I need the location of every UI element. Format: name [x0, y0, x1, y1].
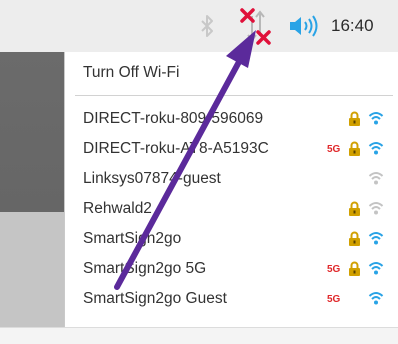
wifi-signal-icon	[368, 230, 384, 251]
network-item[interactable]: Rehwald2	[65, 194, 398, 224]
top-panel: 16:40	[0, 0, 398, 52]
bluetooth-icon[interactable]	[194, 0, 220, 52]
band-5g-badge: 5G	[327, 293, 341, 305]
desktop-background	[0, 52, 64, 343]
window-edge	[0, 327, 398, 344]
network-ssid: SmartSign2go	[83, 230, 182, 247]
network-ssid: Linksys07874-guest	[83, 170, 221, 187]
network-ssid: DIRECT-roku-809-596069	[83, 110, 264, 127]
network-ssid: SmartSign2go 5G	[83, 260, 207, 277]
clock[interactable]: 16:40	[331, 0, 374, 52]
lock-icon	[348, 231, 361, 251]
wifi-signal-icon	[368, 170, 384, 191]
turn-off-wifi-label: Turn Off Wi-Fi	[83, 64, 180, 81]
band-5g-badge: 5G	[327, 263, 341, 275]
network-item[interactable]: SmartSign2go	[65, 224, 398, 254]
network-item[interactable]: SmartSign2go Guest 5G	[65, 284, 398, 314]
network-disconnected-icon[interactable]	[238, 0, 274, 52]
menu-separator	[75, 95, 393, 96]
wifi-signal-icon	[368, 110, 384, 131]
lock-icon	[348, 201, 361, 221]
band-5g-badge: 5G	[327, 143, 341, 155]
network-item[interactable]: SmartSign2go 5G 5G	[65, 254, 398, 284]
wifi-signal-icon	[368, 260, 384, 281]
lock-icon	[348, 141, 361, 161]
turn-off-wifi-item[interactable]: Turn Off Wi-Fi	[65, 58, 398, 88]
network-item[interactable]: Linksys07874-guest	[65, 164, 398, 194]
wifi-signal-icon	[368, 200, 384, 221]
wifi-signal-icon	[368, 140, 384, 161]
lock-icon	[348, 261, 361, 281]
network-ssid: DIRECT-roku-AT8-A5193C	[83, 140, 269, 157]
wifi-signal-icon	[368, 290, 384, 311]
network-item[interactable]: DIRECT-roku-AT8-A5193C 5G	[65, 134, 398, 164]
network-ssid: Rehwald2	[83, 200, 152, 217]
network-item[interactable]: DIRECT-roku-809-596069	[65, 104, 398, 134]
lock-icon	[348, 111, 361, 131]
network-ssid: SmartSign2go Guest	[83, 290, 227, 307]
volume-icon[interactable]	[286, 0, 322, 52]
wifi-menu: Turn Off Wi-Fi DIRECT-roku-809-596069 DIR…	[64, 52, 398, 343]
